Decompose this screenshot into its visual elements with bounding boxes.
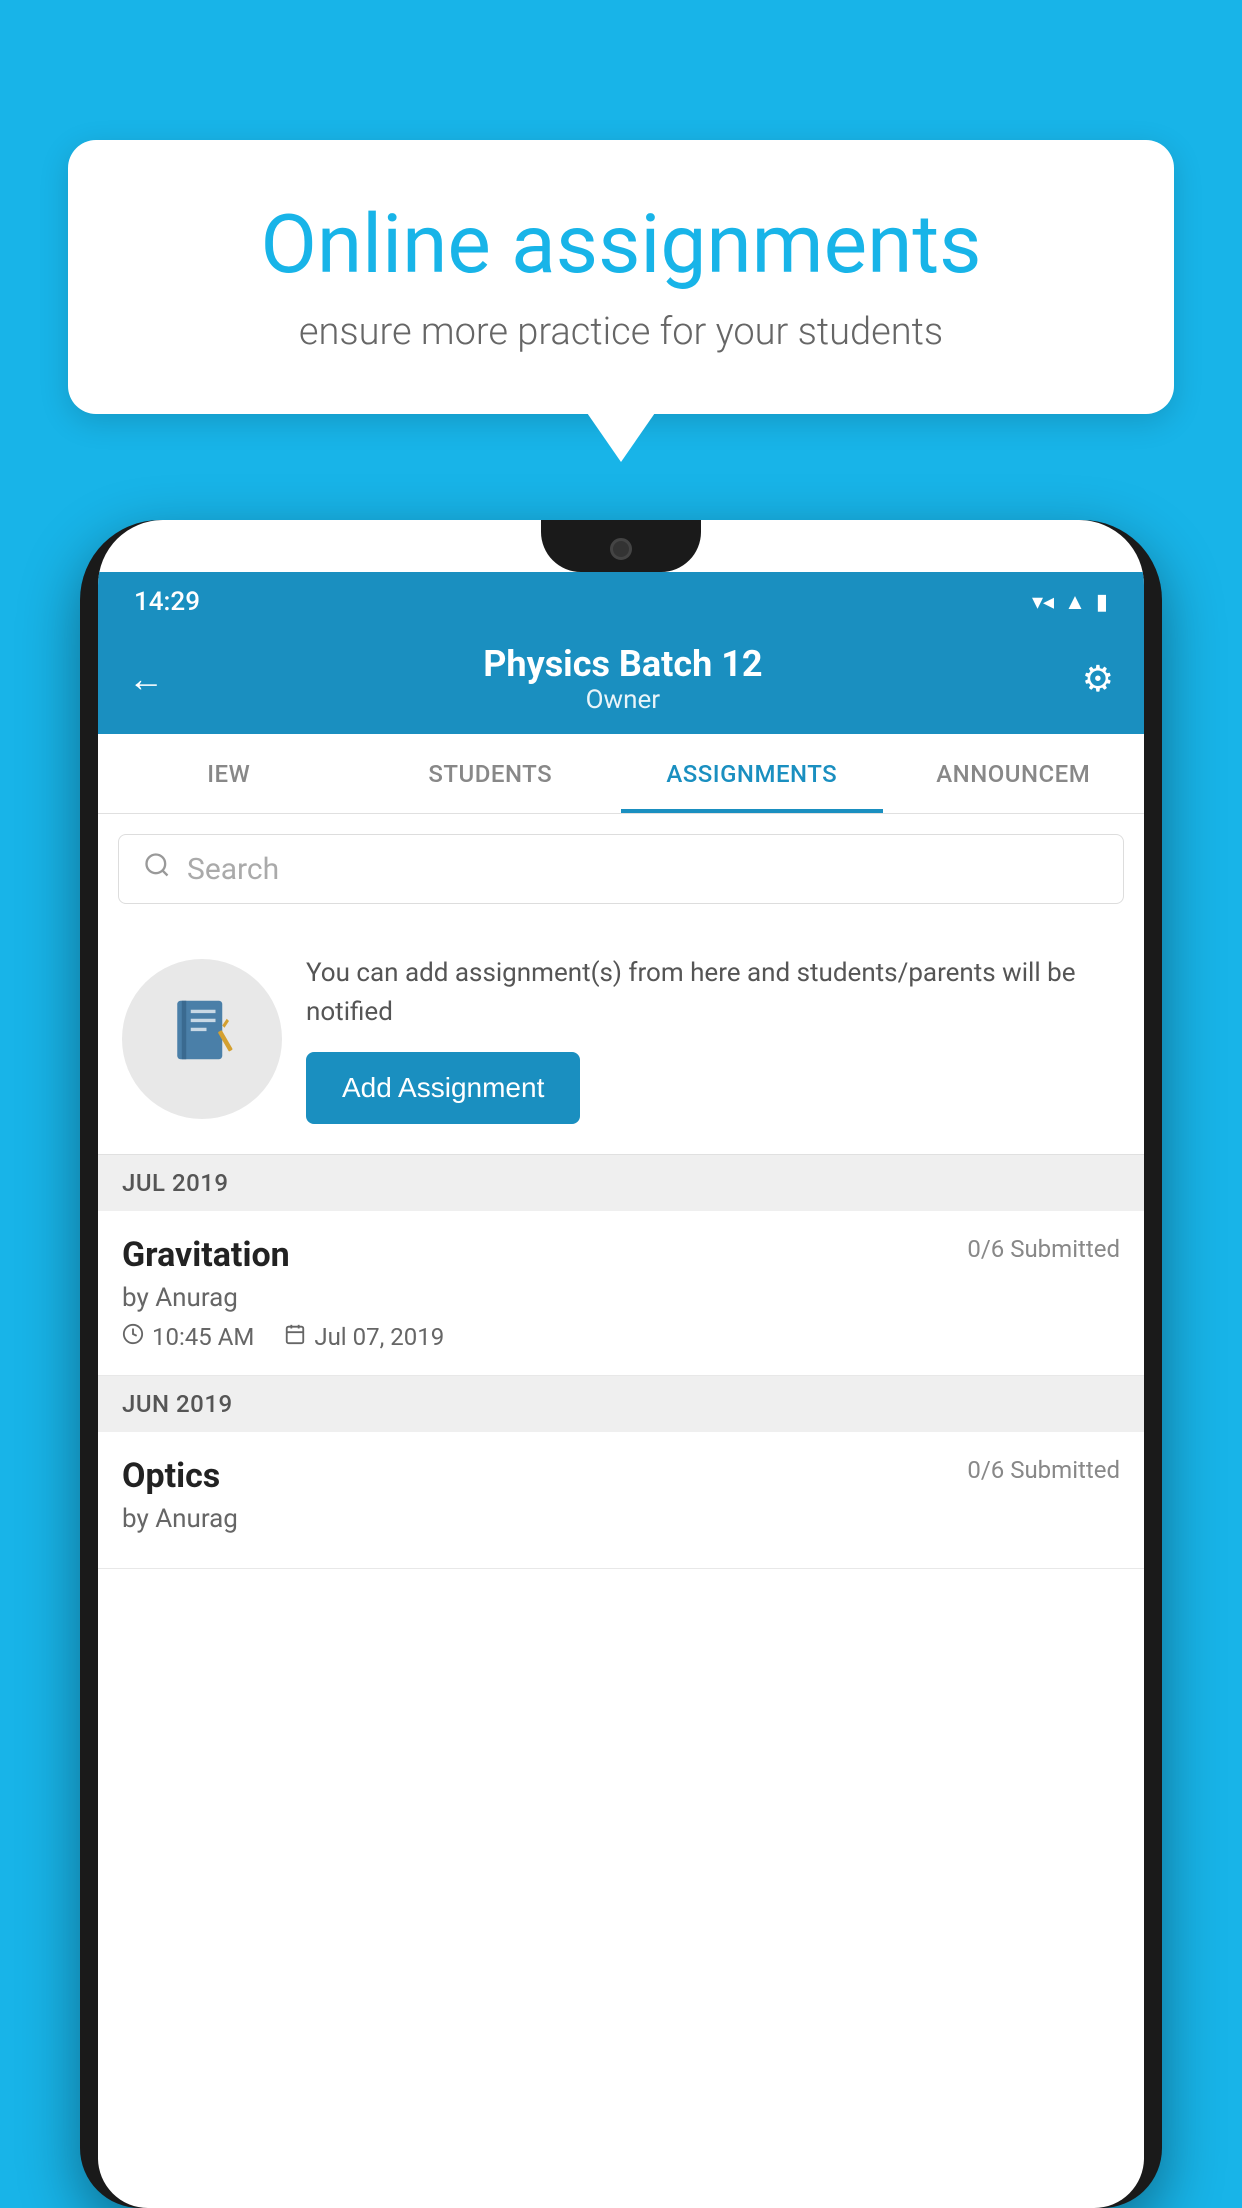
promo-text: You can add assignment(s) from here and … [306,954,1120,1032]
header-title: Physics Batch 12 [483,643,762,685]
phone-screen: 14:29 ▾◂ ▲ ▮ ← Physics Batch 12 Owner ⚙ [98,520,1144,2208]
signal-icon: ▲ [1064,589,1086,615]
tabs-bar: IEW STUDENTS ASSIGNMENTS ANNOUNCEM [98,734,1144,814]
promo-content: You can add assignment(s) from here and … [306,954,1120,1124]
speech-bubble: Online assignments ensure more practice … [68,140,1174,414]
back-button[interactable]: ← [128,658,164,700]
front-camera [610,538,632,560]
assignment-by-optics: by Anurag [122,1504,1120,1534]
bubble-title: Online assignments [138,200,1104,290]
speech-bubble-container: Online assignments ensure more practice … [68,140,1174,414]
header-center: Physics Batch 12 Owner [483,643,762,715]
meta-time: 10:45 AM [122,1323,254,1351]
promo-icon-circle [122,959,282,1119]
assignment-by: by Anurag [122,1283,1120,1313]
calendar-icon [284,1323,306,1351]
section-header-jul: JUL 2019 [98,1155,1144,1211]
status-bar: 14:29 ▾◂ ▲ ▮ [98,572,1144,624]
notebook-icon [166,994,238,1084]
phone-frame: 14:29 ▾◂ ▲ ▮ ← Physics Batch 12 Owner ⚙ [80,520,1162,2208]
status-time: 14:29 [134,587,200,617]
assignment-submitted-optics: 0/6 Submitted [967,1456,1120,1484]
meta-date: Jul 07, 2019 [284,1323,444,1351]
search-icon [143,851,171,887]
assignment-name: Gravitation [122,1235,290,1275]
wifi-icon: ▾◂ [1032,590,1054,615]
tab-announcements[interactable]: ANNOUNCEM [883,734,1145,813]
settings-button[interactable]: ⚙ [1082,658,1114,700]
search-container: Search [98,814,1144,924]
assignment-item-gravitation[interactable]: Gravitation 0/6 Submitted by Anurag 10:4… [98,1211,1144,1376]
tab-iew[interactable]: IEW [98,734,360,813]
tab-assignments[interactable]: ASSIGNMENTS [621,734,883,813]
assignment-meta: 10:45 AM Jul 07, 2019 [122,1323,1120,1351]
assignment-top-row-optics: Optics 0/6 Submitted [122,1456,1120,1496]
screen-content: 14:29 ▾◂ ▲ ▮ ← Physics Batch 12 Owner ⚙ [98,572,1144,2208]
status-icons: ▾◂ ▲ ▮ [1032,589,1108,615]
app-header: ← Physics Batch 12 Owner ⚙ [98,624,1144,734]
assignment-submitted: 0/6 Submitted [967,1235,1120,1263]
battery-icon: ▮ [1096,590,1108,615]
phone-notch [541,520,701,572]
assignment-date: Jul 07, 2019 [314,1323,444,1351]
tab-students[interactable]: STUDENTS [360,734,622,813]
bubble-subtitle: ensure more practice for your students [138,310,1104,354]
assignment-name-optics: Optics [122,1456,220,1496]
search-placeholder: Search [187,852,279,887]
clock-icon [122,1323,144,1351]
section-header-jun: JUN 2019 [98,1376,1144,1432]
add-assignment-promo: You can add assignment(s) from here and … [98,924,1144,1155]
add-assignment-button[interactable]: Add Assignment [306,1052,580,1124]
assignment-item-optics[interactable]: Optics 0/6 Submitted by Anurag [98,1432,1144,1569]
assignment-time: 10:45 AM [152,1323,254,1351]
assignment-top-row: Gravitation 0/6 Submitted [122,1235,1120,1275]
header-subtitle: Owner [483,685,762,715]
search-bar[interactable]: Search [118,834,1124,904]
